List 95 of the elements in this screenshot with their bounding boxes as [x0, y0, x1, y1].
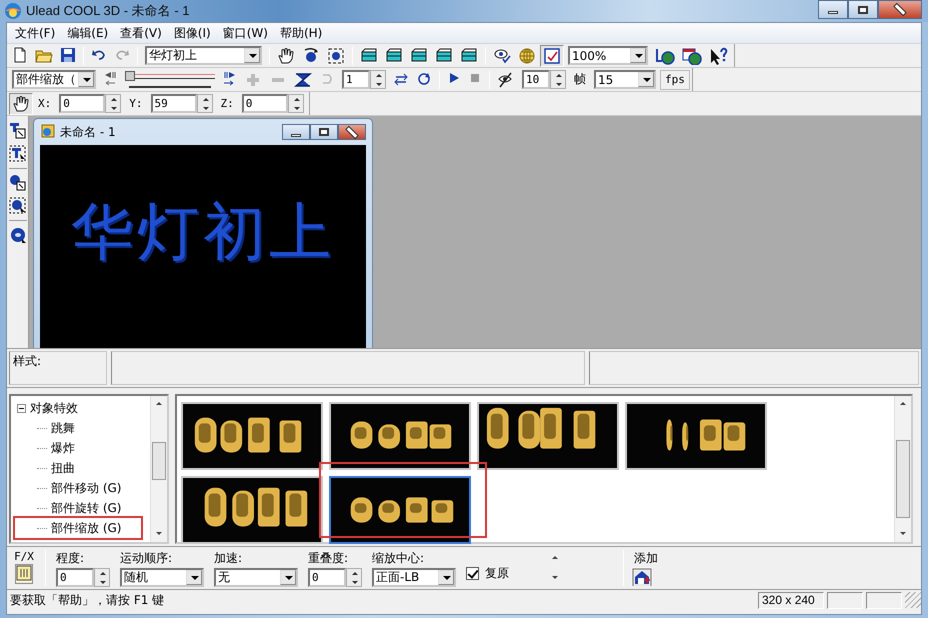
number-field[interactable]: 0 — [308, 568, 346, 587]
menu-item[interactable]: 编辑(E) — [61, 24, 114, 42]
text-tool-icon[interactable] — [8, 122, 26, 140]
check-window-icon[interactable] — [543, 46, 561, 64]
sphere-select-icon[interactable] — [8, 197, 26, 215]
spin-buttons[interactable] — [346, 568, 362, 587]
axis-label: X: — [37, 97, 52, 110]
axis-label: Z: — [220, 97, 235, 110]
tree-item[interactable]: 扭曲 — [51, 460, 75, 476]
add-label: 添加 — [634, 550, 658, 567]
add-house-icon[interactable] — [632, 568, 652, 586]
globe-icon[interactable] — [518, 46, 536, 64]
canvas-size: 320 x 240 — [758, 592, 824, 608]
timeline-slider[interactable] — [125, 71, 215, 81]
scrollbar[interactable] — [150, 396, 167, 542]
tree-item[interactable]: 部件移动 (G) — [51, 480, 122, 496]
menu-item[interactable]: 窗口(W) — [216, 24, 274, 42]
hand-icon[interactable] — [277, 46, 295, 64]
expander-icon[interactable] — [17, 404, 26, 412]
field-label: 加速: — [214, 550, 244, 567]
spin-buttons[interactable] — [550, 70, 566, 89]
close-button[interactable] — [878, 0, 922, 19]
number-field[interactable]: 1 — [342, 70, 370, 89]
tree-item[interactable]: 部件旋转 (G) — [51, 500, 122, 516]
menu-item[interactable]: 查看(V) — [114, 24, 168, 42]
tree-item[interactable]: 爆炸 — [51, 440, 75, 456]
tree-item[interactable]: 部件缩放 (G) — [51, 520, 122, 536]
hand-icon[interactable] — [12, 94, 30, 112]
dropdown[interactable]: 正面-LB — [372, 568, 456, 587]
field-label: 缩放中心: — [372, 550, 426, 567]
field-label: 程度: — [56, 550, 86, 567]
eye-icon[interactable] — [493, 46, 511, 64]
status-pane — [866, 592, 902, 608]
menu-item[interactable]: 图像(I) — [168, 24, 217, 42]
globe-export-icon[interactable] — [655, 46, 675, 64]
reverse-icon[interactable] — [294, 70, 312, 88]
frames-label: 帧 — [573, 71, 587, 88]
spin-buttons[interactable] — [370, 70, 386, 89]
field-label: 运动顺序: — [120, 550, 174, 567]
dropdown[interactable]: 无 — [214, 568, 298, 587]
box-icon[interactable] — [435, 46, 453, 64]
box-icon[interactable] — [410, 46, 428, 64]
dropdown[interactable]: 随机 — [120, 568, 204, 587]
tree-item[interactable]: 跳舞 — [51, 420, 75, 436]
number-field[interactable]: 0 — [56, 568, 94, 587]
text-select-icon[interactable] — [8, 145, 26, 163]
menu-item[interactable]: 帮助(H) — [274, 24, 328, 42]
maximize-button[interactable] — [310, 124, 338, 140]
zoom-dropdown[interactable]: 100% — [568, 46, 648, 65]
box-icon[interactable] — [460, 46, 478, 64]
minimize-button[interactable] — [818, 0, 848, 19]
tree-item[interactable]: 对象特效 — [30, 400, 78, 416]
spin-buttons[interactable] — [288, 94, 304, 113]
resize-grip[interactable] — [905, 592, 921, 608]
help-pointer-icon[interactable] — [709, 46, 729, 64]
fps-button[interactable]: fps — [660, 70, 690, 90]
number-field[interactable]: 59 — [150, 94, 196, 113]
new-file-icon[interactable] — [12, 46, 28, 64]
window-globe-icon[interactable] — [682, 46, 702, 64]
number-field[interactable]: 10 — [522, 70, 550, 89]
spin-buttons[interactable] — [196, 94, 212, 113]
status-message: 要获取「帮助」，请按 F1 键 — [10, 592, 166, 608]
checkbox-label: 复原 — [485, 565, 509, 582]
title-text: 华灯初上 — [71, 194, 335, 270]
box-icon[interactable] — [360, 46, 378, 64]
sphere-tool-icon[interactable] — [8, 174, 26, 192]
text-dropdown[interactable]: 华灯初上 — [145, 46, 262, 65]
save-icon[interactable] — [60, 46, 76, 64]
field-label: 重叠度: — [308, 550, 350, 567]
spin-buttons[interactable] — [105, 94, 122, 113]
slider-thumb[interactable] — [125, 71, 135, 81]
app-icon — [4, 2, 22, 20]
rotate-icon[interactable] — [302, 46, 320, 64]
checkbox[interactable] — [466, 567, 479, 580]
number-field[interactable]: 0 — [242, 94, 288, 113]
document-title: 未命名 - 1 — [60, 124, 116, 140]
maximize-button[interactable] — [848, 0, 878, 19]
spin-buttons[interactable] — [94, 568, 110, 587]
effect-dropdown[interactable]: 部件缩放（ — [12, 70, 96, 89]
effects-icon[interactable] — [16, 565, 32, 583]
close-button[interactable] — [338, 124, 366, 140]
style-label: 样式: — [13, 354, 42, 368]
box-icon[interactable] — [385, 46, 403, 64]
status-pane — [827, 592, 863, 608]
menu-item[interactable]: 文件(F) — [9, 24, 62, 42]
ring-icon[interactable] — [8, 226, 26, 244]
target-icon[interactable] — [327, 46, 345, 64]
minimize-button[interactable] — [282, 124, 310, 140]
fx-label: F/X — [14, 550, 34, 563]
axis-label: Y: — [128, 97, 144, 110]
scrollbar[interactable] — [894, 396, 911, 542]
window-title: Ulead COOL 3D - 未命名 - 1 — [26, 2, 190, 20]
step-forward-icon[interactable] — [221, 70, 237, 88]
fps-dropdown[interactable]: 15 — [594, 70, 656, 89]
number-field[interactable]: 0 — [59, 94, 106, 113]
